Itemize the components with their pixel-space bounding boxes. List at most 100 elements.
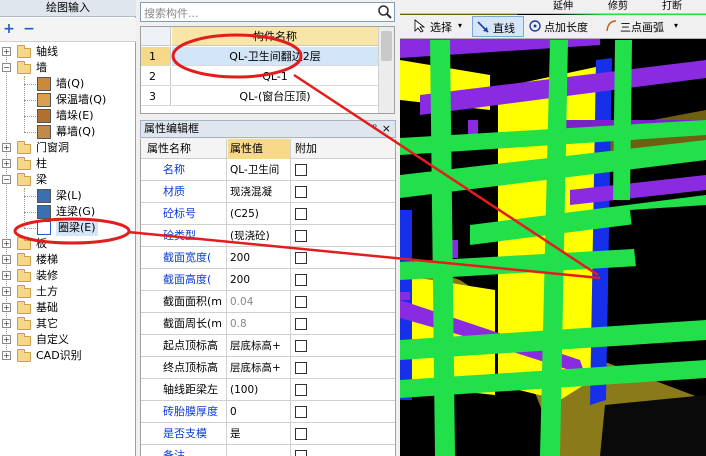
collapse-icon[interactable]: − (2, 175, 11, 184)
expand-all-icon[interactable]: + (2, 22, 16, 36)
extra-checkbox[interactable] (295, 252, 307, 264)
list-scrollbar[interactable] (378, 27, 394, 113)
search-input[interactable]: 搜索构件... (144, 5, 199, 21)
three-point-arc-button[interactable]: 三点画弧 (620, 19, 664, 35)
extra-checkbox[interactable] (295, 340, 307, 352)
extra-checkbox[interactable] (295, 362, 307, 374)
tree-item-category[interactable]: 板 (36, 236, 47, 252)
close-icon[interactable]: × (382, 121, 391, 137)
tree-item-category[interactable]: 其它 (36, 316, 58, 332)
tree-item-selected[interactable]: 圈梁(E) (56, 220, 98, 236)
property-row[interactable]: 截面宽度(200 (141, 247, 395, 269)
expand-icon[interactable]: + (2, 271, 11, 280)
chevron-down-icon[interactable]: ▾ (674, 21, 678, 30)
property-value[interactable]: 层底标高+ (228, 335, 291, 357)
tree-item-category[interactable]: 梁 (36, 172, 47, 188)
extra-checkbox[interactable] (295, 164, 307, 176)
extend-button[interactable]: 延伸 (553, 0, 573, 12)
tree-item[interactable]: 幕墙(Q) (56, 124, 95, 140)
extra-checkbox[interactable] (295, 186, 307, 198)
expand-icon[interactable]: + (2, 319, 11, 328)
collapse-all-icon[interactable]: − (22, 22, 36, 36)
model-viewport[interactable] (400, 0, 706, 456)
tree-item-category[interactable]: CAD识别 (36, 348, 82, 364)
tree-item[interactable]: 连梁(G) (56, 204, 95, 220)
property-row[interactable]: 材质 现浇混凝 (141, 181, 395, 203)
property-row[interactable]: 名称 QL-卫生间 (141, 159, 395, 181)
property-value[interactable]: (C25) (228, 203, 291, 225)
extra-checkbox[interactable] (295, 318, 307, 330)
3d-model-view[interactable] (400, 0, 706, 456)
tree-item-category[interactable]: 基础 (36, 300, 58, 316)
property-value[interactable]: 现浇混凝 (228, 181, 291, 203)
property-value[interactable]: 0 (228, 401, 291, 423)
tree-item-category[interactable]: 楼梯 (36, 252, 58, 268)
extra-checkbox[interactable] (295, 406, 307, 418)
trim-button[interactable]: 修剪 (608, 0, 628, 12)
expand-icon[interactable]: + (2, 335, 11, 344)
property-row[interactable]: 截面面积(m 0.04 (141, 291, 395, 313)
property-row[interactable]: 终点顶标高 层底标高+ (141, 357, 395, 379)
property-row[interactable]: 是否支模是 (141, 423, 395, 445)
property-value[interactable]: 0.04 (228, 291, 291, 313)
expand-icon[interactable]: + (2, 255, 11, 264)
tree-item[interactable]: 保温墙(Q) (56, 92, 106, 108)
expand-icon[interactable]: + (2, 239, 11, 248)
property-row[interactable]: 起点顶标高 层底标高+ (141, 335, 395, 357)
property-row[interactable]: 截面周长(m 0.8 (141, 313, 395, 335)
expand-icon[interactable]: + (2, 159, 11, 168)
property-value[interactable]: 0.8 (228, 313, 291, 335)
extra-checkbox[interactable] (295, 384, 307, 396)
extra-checkbox[interactable] (295, 230, 307, 242)
collapse-icon[interactable]: − (2, 63, 11, 72)
break-button[interactable]: 打断 (662, 0, 682, 12)
point-length-button[interactable]: 点加长度 (544, 19, 588, 35)
expand-icon[interactable]: + (2, 351, 11, 360)
property-value[interactable]: (100) (228, 379, 291, 401)
pin-icon[interactable]: ᵖ (373, 121, 377, 137)
property-row[interactable]: 截面高度(200 (141, 269, 395, 291)
component-row[interactable]: QL-(窗台压顶) (172, 87, 378, 106)
expand-icon[interactable]: + (2, 303, 11, 312)
scrollbar-thumb[interactable] (381, 31, 392, 61)
tree-item-category[interactable]: 墙 (36, 60, 47, 76)
extra-checkbox[interactable] (295, 208, 307, 220)
expand-icon[interactable]: + (2, 287, 11, 296)
line-button[interactable]: 直线 (472, 16, 524, 37)
tree-item-category[interactable]: 门窗洞 (36, 140, 69, 156)
property-value[interactable]: 200 (228, 269, 291, 291)
tree-item-category[interactable]: 柱 (36, 156, 47, 172)
property-row[interactable]: 轴线距梁左 (100) (141, 379, 395, 401)
chevron-down-icon[interactable]: ▾ (458, 21, 462, 30)
component-row-selected[interactable]: QL-卫生间翻边2层 (172, 47, 378, 66)
tree-item[interactable]: 梁(L) (56, 188, 82, 204)
property-value[interactable]: 200 (228, 247, 291, 269)
extra-checkbox[interactable] (295, 428, 307, 440)
property-row[interactable]: 砼标号 (C25) (141, 203, 395, 225)
expand-icon[interactable]: + (2, 47, 11, 56)
property-value[interactable] (228, 445, 291, 456)
tree-item-category[interactable]: 装修 (36, 268, 58, 284)
tree-item[interactable]: 墙(Q) (56, 76, 84, 92)
property-value[interactable]: (现浇砼) (228, 225, 291, 247)
tree-item-category[interactable]: 自定义 (36, 332, 69, 348)
property-row[interactable]: 砼类型 (现浇砼) (141, 225, 395, 247)
property-value[interactable]: QL-卫生间 (228, 159, 291, 181)
extra-checkbox[interactable] (295, 274, 307, 286)
property-value[interactable]: 是 (228, 423, 291, 445)
extra-checkbox[interactable] (295, 450, 307, 456)
tree-item[interactable]: 墙垛(E) (56, 108, 94, 124)
property-row[interactable]: 砖胎膜厚度 0 (141, 401, 395, 423)
property-panel-title: 属性编辑框 ᵖ × (140, 120, 396, 138)
search-icon[interactable] (377, 4, 393, 20)
expand-icon[interactable]: + (2, 143, 11, 152)
component-row[interactable]: QL-1 (172, 67, 378, 86)
property-row[interactable]: 备注 (141, 445, 395, 456)
extra-checkbox[interactable] (295, 296, 307, 308)
property-name: 轴线距梁左 (141, 379, 227, 401)
tree-item-category[interactable]: 土方 (36, 284, 58, 300)
tree-item-category[interactable]: 轴线 (36, 44, 58, 60)
search-box[interactable]: 搜索构件... (140, 2, 395, 22)
select-button[interactable]: 选择 (430, 19, 452, 35)
property-value[interactable]: 层底标高+ (228, 357, 291, 379)
